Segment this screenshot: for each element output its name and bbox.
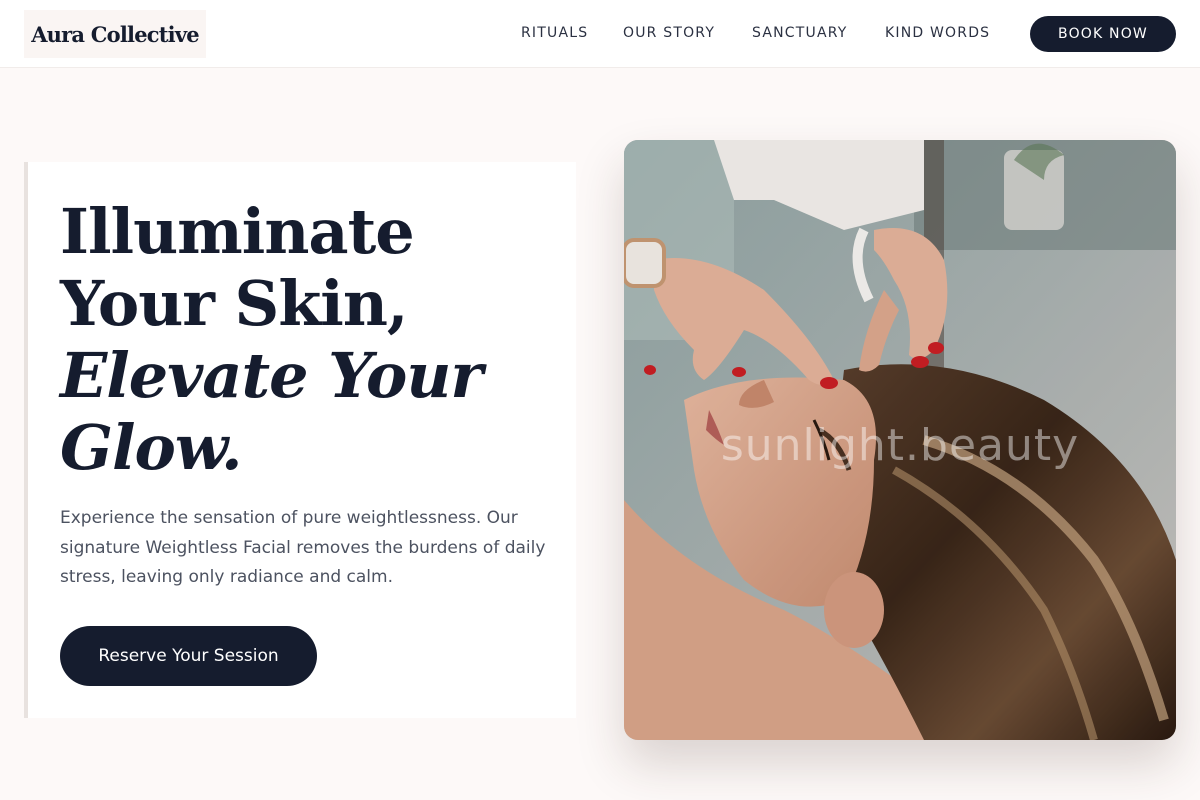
hero-image: sunlight.beauty	[624, 140, 1176, 740]
book-now-button[interactable]: BOOK NOW	[1030, 16, 1176, 52]
hero-card: Illuminate Your Skin, Elevate Your Glow.…	[24, 162, 576, 718]
nav-rituals-link[interactable]: RITUALS	[521, 25, 588, 41]
headline-line-2: Your Skin,	[60, 267, 409, 340]
hero-headline: Illuminate Your Skin, Elevate Your Glow.	[60, 196, 560, 484]
logo[interactable]: Aura Collective	[24, 10, 206, 58]
headline-line-3: Elevate Your	[60, 339, 483, 412]
reserve-session-button[interactable]: Reserve Your Session	[60, 626, 317, 686]
headline-line-4: Glow.	[60, 411, 243, 484]
hero-description: Experience the sensation of pure weightl…	[60, 508, 546, 587]
logo-text: Aura Collective	[31, 21, 199, 47]
image-watermark: sunlight.beauty	[720, 420, 1080, 471]
site-header: Aura Collective RITUALS OUR STORY SANCTU…	[0, 0, 1200, 68]
nav-sanctuary-link[interactable]: SANCTUARY	[752, 25, 848, 41]
headline-line-1: Illuminate	[60, 195, 415, 268]
nav-our-story-link[interactable]: OUR STORY	[623, 25, 715, 41]
nav-kind-words-link[interactable]: KIND WORDS	[885, 25, 990, 41]
